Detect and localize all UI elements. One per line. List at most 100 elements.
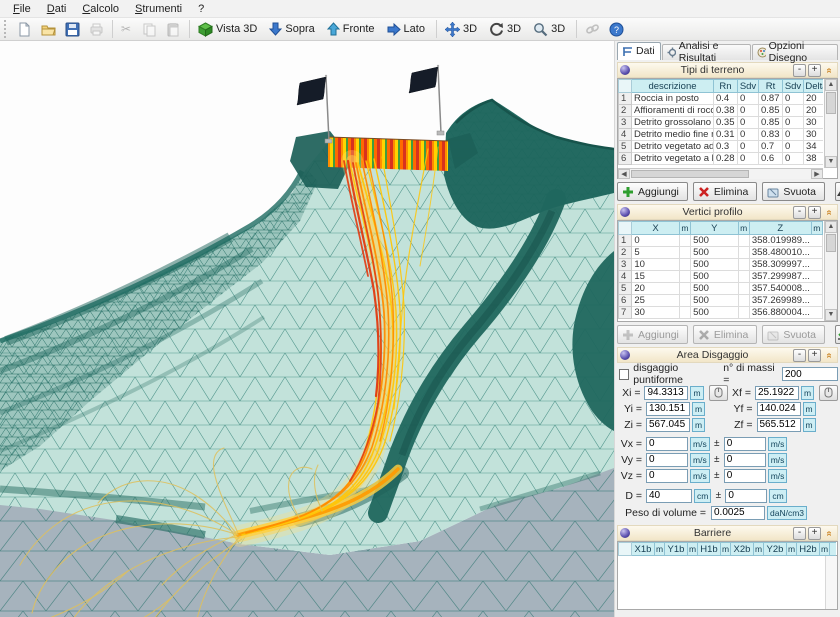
vertices-collapse-icon[interactable]: « [824,206,835,218]
col-y[interactable]: Y [691,222,738,235]
release-grow-button[interactable]: + [808,349,821,362]
copy-button[interactable] [138,19,161,39]
vertices-grow-button[interactable]: + [808,206,821,219]
toolbar-grip[interactable] [4,20,9,38]
col-z[interactable]: Z [749,222,811,235]
new-file-button[interactable] [13,19,36,39]
col-x[interactable]: X [632,222,679,235]
terrain-add-button[interactable]: Aggiungi [617,182,688,201]
paste-button[interactable] [162,19,185,39]
col-delta[interactable]: Delta [804,80,824,93]
col-x2b[interactable]: X2b [731,543,754,556]
link-button[interactable] [581,19,604,39]
diameter-sigma-input[interactable] [725,489,767,503]
menu-calcolo[interactable]: Calcolo [75,2,126,16]
sopra-button[interactable]: Sopra [265,19,321,39]
fronte-button[interactable]: Fronte [323,19,382,39]
import-vertices-button[interactable] [835,325,840,344]
xi-input[interactable] [644,386,688,400]
help-button[interactable]: ? [605,19,628,39]
table-row[interactable]: 730500356.880004... [619,307,823,319]
open-button[interactable] [37,19,60,39]
barriers-shrink-button[interactable]: - [793,527,806,540]
col-sdv2[interactable]: Sdv [783,80,804,93]
vertices-shrink-button[interactable]: - [793,206,806,219]
col-h1b[interactable]: H1b [698,543,721,556]
save-button[interactable] [61,19,84,39]
vx-input[interactable] [646,437,688,451]
table-row[interactable]: 1Roccia in posto0.400.870200 [619,93,824,105]
svg-text:?: ? [614,25,619,35]
col-y2b[interactable]: Y2b [764,543,787,556]
cut-button[interactable]: ✂ [117,19,137,39]
menu-strumenti[interactable]: Strumenti [128,2,189,16]
yi-input[interactable] [646,402,690,416]
print-button[interactable] [85,19,108,39]
col-rn[interactable]: Rn [714,80,738,93]
vz-input[interactable] [646,469,688,483]
terrain-clear-button[interactable]: Svuota [762,182,825,201]
table-row[interactable]: 4Detrito medio fine no...0.3100.830300 [619,129,824,141]
col-sdv1[interactable]: Sdv [738,80,759,93]
release-collapse-icon[interactable]: « [824,349,835,361]
vista-3d-button[interactable]: Vista 3D [194,19,264,39]
3d-viewport[interactable] [0,41,614,617]
vz-sigma-input[interactable] [724,469,766,483]
yf-input[interactable] [757,402,801,416]
vertices-delete-button[interactable]: Elimina [693,325,757,344]
tab-opzioni-disegno[interactable]: Opzioni Disegno [752,44,838,60]
menu-dati[interactable]: Dati [40,2,74,16]
col-x1b[interactable]: X1b [632,543,655,556]
tab-dati[interactable]: Dati [617,42,661,60]
table-row[interactable]: 625500357.269989... [619,295,823,307]
barriers-table-body[interactable] [617,556,838,610]
terrain-delete-button[interactable]: Elimina [693,182,757,201]
vy-sigma-input[interactable] [724,453,766,467]
pick-start-button[interactable] [709,385,728,401]
vertices-clear-button[interactable]: Svuota [762,325,825,344]
zf-input[interactable] [757,418,801,432]
mountain-view-button[interactable] [835,182,840,201]
table-row[interactable]: 310500358.309997... [619,259,823,271]
pointwise-release-checkbox[interactable] [619,369,629,380]
barriers-vertical-scrollbar[interactable] [825,556,837,609]
tab-analisi-risultati[interactable]: Analisi e Risultati [662,44,751,60]
terrain-vertical-scrollbar[interactable]: ▲▼ [824,79,837,168]
table-row[interactable]: 6Detrito vegetato a bo...0.2800.60380 [619,153,824,165]
col-rt[interactable]: Rt [759,80,783,93]
xf-input[interactable] [755,386,799,400]
release-shrink-button[interactable]: - [793,349,806,362]
menu-help[interactable]: ? [191,2,211,16]
menu-file[interactable]: File [6,2,38,16]
diameter-input[interactable] [646,489,692,503]
zi-input[interactable] [646,418,690,432]
barriers-collapse-icon[interactable]: « [824,527,835,539]
col-descrizione[interactable]: descrizione [632,80,714,93]
vertices-add-button[interactable]: Aggiungi [617,325,688,344]
table-row[interactable]: 2Affioramenti di rocci...0.3800.850200 [619,105,824,117]
table-row[interactable]: 10500358.019989... [619,235,823,247]
lato-button[interactable]: Lato [383,19,432,39]
vx-sigma-input[interactable] [724,437,766,451]
barriers-grow-button[interactable]: + [808,527,821,540]
col-descrizione[interactable]: descrizio [830,543,837,556]
terrain-grow-button[interactable]: + [808,64,821,77]
unit-weight-input[interactable] [711,506,765,520]
zoom-3d-button[interactable]: 3D [529,19,572,39]
col-y1b[interactable]: Y1b [665,543,688,556]
table-row[interactable]: 3Detrito grossolano n...0.3500.850300 [619,117,824,129]
terrain-horizontal-scrollbar[interactable]: ◀▶ [618,168,823,179]
table-row[interactable]: 415500357.299987... [619,271,823,283]
vertices-vertical-scrollbar[interactable]: ▲▼ [824,221,837,321]
terrain-collapse-icon[interactable]: « [824,64,835,76]
rotate-3d-button[interactable]: 3D [485,19,528,39]
vy-input[interactable] [646,453,688,467]
pick-end-button[interactable] [819,385,838,401]
table-row[interactable]: 5Detrito vegetato ad a...0.300.70340 [619,141,824,153]
col-h2b[interactable]: H2b [797,543,820,556]
terrain-shrink-button[interactable]: - [793,64,806,77]
table-row[interactable]: 520500357.540008... [619,283,823,295]
pan-3d-button[interactable]: 3D [441,19,484,39]
table-row[interactable]: 25500358.480010... [619,247,823,259]
blocks-count-input[interactable] [782,367,838,381]
